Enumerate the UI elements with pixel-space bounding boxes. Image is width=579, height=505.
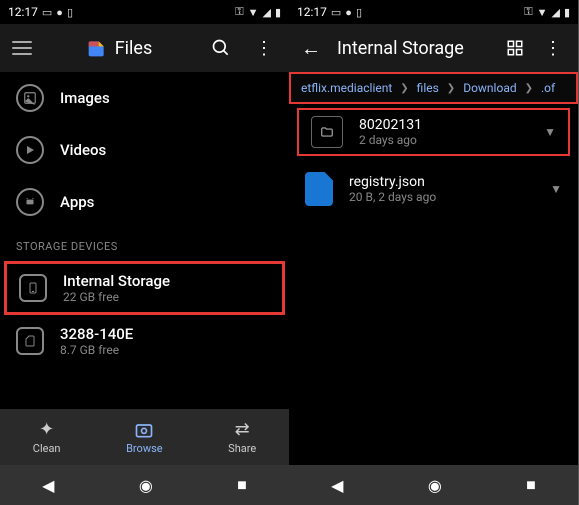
signal-icon: ◢ [551,6,559,19]
status-icon: ▭ [331,6,341,19]
status-icon: ● [56,6,63,19]
battery-icon: ▮ [275,6,281,19]
category-videos[interactable]: Videos [0,124,289,176]
app-bar: Files ⋮ [0,24,289,72]
recent-button[interactable]: ■ [237,475,247,495]
clean-icon: ✦ [39,419,54,440]
storage-internal[interactable]: Internal Storage 22 GB free [4,261,285,315]
storage-browser-screen: 12:17 ▭ ● ▯ ⚿ ▼ ◢ ▮ ← Internal Storage ⋮… [289,0,578,505]
status-icon: ▯ [356,6,362,19]
folder-item[interactable]: 80202131 2 days ago ▼ [297,108,570,156]
system-nav: ◀ ◉ ■ [289,465,578,505]
nav-browse[interactable]: Browse [126,420,163,455]
back-button[interactable]: ◀ [331,476,343,495]
home-button[interactable]: ◉ [428,476,442,495]
grid-view-button[interactable] [506,39,524,57]
bottom-nav: ✦ Clean Browse ⇄ Share [0,409,289,465]
nav-clean[interactable]: ✦ Clean [33,419,61,455]
vpn-icon: ⚿ [524,5,532,19]
browse-icon [134,420,154,440]
menu-button[interactable] [12,41,32,55]
wifi-icon: ▼ [248,6,259,19]
share-icon: ⇄ [235,419,250,440]
category-apps[interactable]: Apps [0,176,289,228]
phone-icon [19,274,47,302]
file-item[interactable]: registry.json 20 B, 2 days ago ▼ [289,160,578,218]
signal-icon: ◢ [262,6,270,19]
nav-share[interactable]: ⇄ Share [228,419,256,455]
page-title: Internal Storage [337,38,490,59]
vpn-icon: ⚿ [235,5,243,19]
files-logo-icon [87,38,107,58]
status-icon: ▭ [42,6,52,19]
images-icon [16,84,44,112]
status-time: 12:17 [297,5,327,19]
chevron-down-icon[interactable]: ▼ [544,125,556,139]
json-file-icon [305,172,333,206]
main-content: Images Videos Apps STORAGE DEVICES Inter… [0,72,289,409]
back-arrow-button[interactable]: ← [301,36,321,61]
home-button[interactable]: ◉ [139,476,153,495]
status-bar: 12:17 ▭ ● ▯ ⚿ ▼ ◢ ▮ [289,0,578,24]
status-icon: ▯ [67,6,73,19]
status-icon: ● [345,6,352,19]
chevron-right-icon: ❯ [394,83,414,94]
recent-button[interactable]: ■ [526,475,536,495]
system-nav: ◀ ◉ ■ [0,465,289,505]
folder-icon [311,116,343,148]
app-bar: ← Internal Storage ⋮ [289,24,578,72]
file-list: 80202131 2 days ago ▼ registry.json 20 B… [289,104,578,465]
battery-icon: ▮ [564,6,570,19]
storage-sdcard[interactable]: 3288-140E 8.7 GB free [0,315,289,367]
more-button[interactable]: ⋮ [540,34,566,63]
videos-icon [16,136,44,164]
category-images[interactable]: Images [0,72,289,124]
more-button[interactable]: ⋮ [251,34,277,63]
chevron-right-icon: ❯ [441,83,461,94]
search-button[interactable] [207,34,235,62]
chevron-down-icon[interactable]: ▼ [550,182,562,196]
app-title: Files [48,38,191,59]
breadcrumb[interactable]: etflix.mediaclient ❯ files ❯ Download ❯ … [289,72,578,104]
chevron-right-icon: ❯ [519,83,539,94]
storage-section-header: STORAGE DEVICES [0,228,289,261]
files-app-screen: 12:17 ▭ ● ▯ ⚿ ▼ ◢ ▮ Files [0,0,289,505]
apps-icon [16,188,44,216]
wifi-icon: ▼ [537,6,548,19]
status-time: 12:17 [8,5,38,19]
back-button[interactable]: ◀ [42,476,54,495]
sdcard-icon [16,327,44,355]
status-bar: 12:17 ▭ ● ▯ ⚿ ▼ ◢ ▮ [0,0,289,24]
